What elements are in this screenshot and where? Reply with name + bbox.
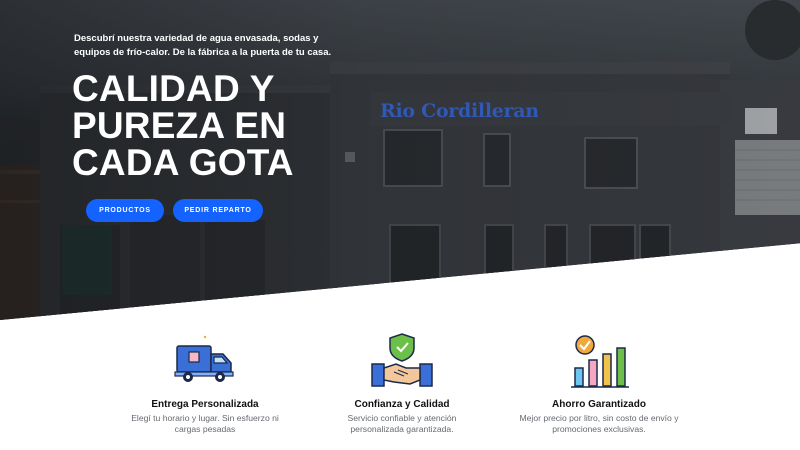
feature-description: Elegí tu horario y lugar. Sin esfuerzo n…: [131, 413, 279, 434]
order-delivery-button[interactable]: PEDIR REPARTO: [173, 199, 263, 222]
hero-section: Rio Cordillerano Descubrí nuestra varied…: [0, 0, 800, 320]
products-button[interactable]: PRODUCTOS: [86, 199, 164, 222]
hero-tagline: Descubrí nuestra variedad de agua envasa…: [74, 33, 332, 58]
feature-description: Servicio confiable y atención personaliz…: [347, 413, 457, 434]
feature-description: Mejor precio por litro, sin costo de env…: [519, 413, 679, 434]
feature-title: Confianza y Calidad: [354, 399, 450, 410]
handshake-shield-icon: [371, 333, 433, 387]
building-sign-text: Rio Cordillerano: [380, 100, 538, 122]
savings-chart-icon: [571, 335, 629, 388]
delivery-truck-icon: [174, 335, 234, 382]
building-sign: Rio Cordillerano: [380, 100, 538, 122]
feature-title: Entrega Personalizada: [151, 399, 259, 410]
feature-trust: Confianza y Calidad Servicio confiable y…: [317, 330, 487, 434]
feature-savings: Ahorro Garantizado Mejor precio por litr…: [514, 330, 684, 434]
feature-title: Ahorro Garantizado: [552, 399, 646, 410]
hero-headline: CALIDAD Y PUREZA EN CADA GOTA: [72, 68, 294, 183]
feature-delivery: Entrega Personalizada Elegí tu horario y…: [120, 330, 290, 434]
